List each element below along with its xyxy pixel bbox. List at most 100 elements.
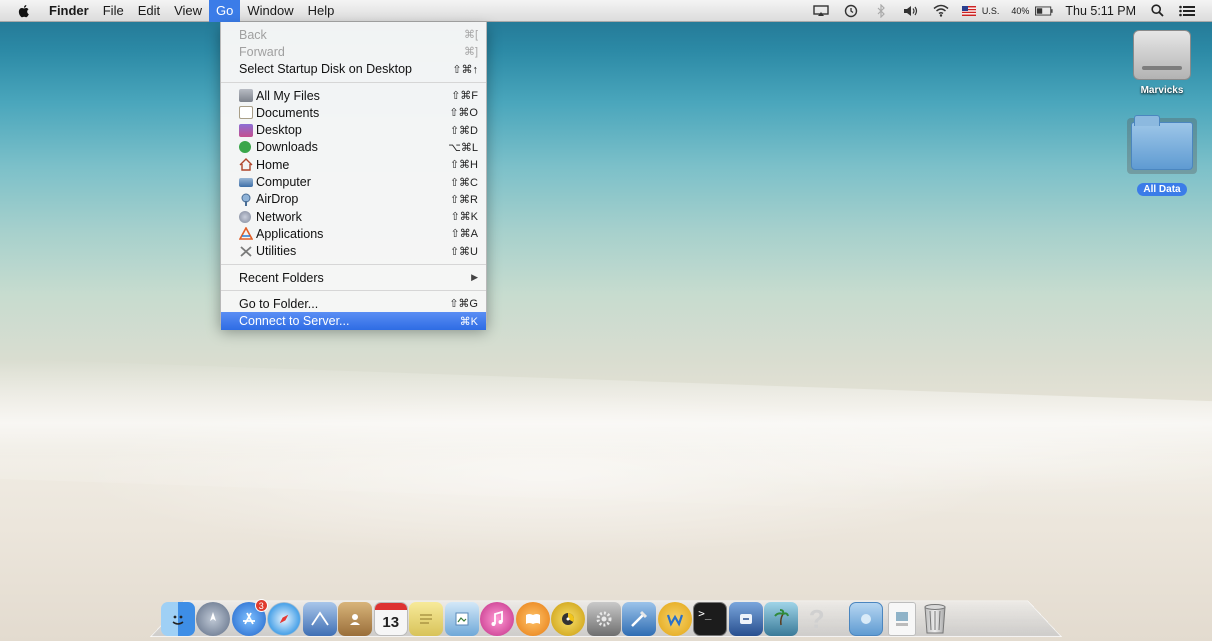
- update-count-badge: 3: [254, 599, 268, 612]
- shortcut-label: ⇧⌘G: [449, 298, 478, 311]
- preview-icon[interactable]: [444, 602, 479, 636]
- menu-item-computer[interactable]: Computer ⇧⌘C: [221, 173, 486, 190]
- contacts-icon[interactable]: [338, 602, 373, 636]
- desktop-item-all-data[interactable]: All Data: [1122, 115, 1202, 197]
- shortcut-label: ⇧⌘H: [449, 159, 478, 172]
- menu-item-network[interactable]: Network ⇧⌘K: [221, 208, 486, 225]
- shortcut-label: ⌘]: [463, 46, 478, 59]
- computer-icon: [239, 177, 253, 187]
- submenu-arrow-icon: ▶: [471, 272, 478, 282]
- menu-item-connect-to-server[interactable]: Connect to Server... ⌘K: [221, 312, 486, 330]
- home-icon: [239, 158, 253, 171]
- desktop-item-marvicks[interactable]: Marvicks: [1126, 30, 1198, 97]
- shortcut-label: ⇧⌘A: [450, 228, 478, 241]
- volume-icon[interactable]: [902, 3, 920, 19]
- menu-item-documents[interactable]: Documents ⇧⌘O: [221, 104, 486, 121]
- menu-item-forward[interactable]: Forward ⌘]: [221, 43, 486, 60]
- hard-drive-icon: [1133, 30, 1191, 80]
- shortcut-label: ⇧⌘↑: [452, 63, 478, 76]
- desktop-item-label: Marvicks: [1140, 85, 1184, 96]
- png-document-icon[interactable]: [888, 602, 917, 636]
- desktop-item-label: All Data: [1137, 183, 1187, 196]
- menu-item-desktop[interactable]: Desktop ⇧⌘D: [221, 121, 486, 138]
- status-area: U.S. 40% Thu 5:11 PM: [806, 0, 1212, 22]
- menu-item-applications[interactable]: Applications ⇧⌘A: [221, 225, 486, 242]
- airdrop-icon: [239, 193, 253, 206]
- applications-icon: [238, 226, 254, 241]
- menu-item-recent-folders[interactable]: Recent Folders ▶: [221, 269, 486, 286]
- go-menu-dropdown: Back ⌘[ Forward ⌘] Select Startup Disk o…: [220, 22, 487, 330]
- calendar-date: 13: [382, 613, 400, 631]
- menu-window[interactable]: Window: [240, 0, 300, 22]
- bluetooth-icon[interactable]: [872, 3, 890, 19]
- menu-app-finder[interactable]: Finder: [42, 0, 96, 22]
- spotlight-icon[interactable]: [1148, 3, 1166, 19]
- shortcut-label: ⌘K: [459, 315, 478, 328]
- menu-help[interactable]: Help: [301, 0, 342, 22]
- input-source-label[interactable]: U.S.: [982, 6, 1000, 16]
- menu-item-airdrop[interactable]: AirDrop ⇧⌘R: [221, 191, 486, 208]
- menu-item-downloads[interactable]: Downloads ⌥⌘L: [221, 139, 486, 156]
- safari-icon[interactable]: [267, 602, 302, 636]
- xcode-icon[interactable]: [622, 602, 657, 636]
- dock: 3 13 >_ ?: [160, 596, 1060, 636]
- shortcut-label: ⇧⌘K: [450, 211, 478, 224]
- desktop-icon: [239, 123, 253, 137]
- menu-item-select-startup-disk[interactable]: Select Startup Disk on Desktop ⇧⌘↑: [221, 61, 486, 78]
- applications-folder-icon[interactable]: [848, 602, 883, 636]
- terminal-icon[interactable]: >_: [693, 602, 728, 636]
- battery-percent[interactable]: 40%: [1011, 6, 1029, 16]
- shortcut-label: ⌥⌘L: [448, 141, 478, 154]
- menu-edit[interactable]: Edit: [131, 0, 167, 22]
- menu-separator: [221, 263, 486, 265]
- menu-item-go-to-folder[interactable]: Go to Folder... ⇧⌘G: [221, 295, 486, 312]
- shortcut-label: ⇧⌘U: [449, 245, 478, 258]
- menu-item-all-my-files[interactable]: All My Files ⇧⌘F: [221, 87, 486, 104]
- migration-assistant-icon[interactable]: [728, 602, 763, 636]
- menu-separator: [221, 81, 486, 83]
- all-my-files-icon: [239, 89, 253, 103]
- time-machine-icon[interactable]: [842, 3, 860, 19]
- us-flag-icon[interactable]: [961, 3, 976, 19]
- help-icon[interactable]: ?: [800, 602, 834, 636]
- notes-icon[interactable]: [409, 602, 444, 636]
- shortcut-label: ⇧⌘C: [449, 176, 478, 189]
- network-icon: [239, 210, 251, 223]
- menu-view[interactable]: View: [167, 0, 209, 22]
- app-store-icon[interactable]: 3: [231, 599, 268, 636]
- shortcut-label: ⇧⌘O: [449, 107, 478, 120]
- trash-icon[interactable]: [918, 602, 952, 636]
- menu-item-back[interactable]: Back ⌘[: [221, 26, 486, 43]
- ibooks-icon[interactable]: [515, 602, 550, 636]
- disk-burner-icon[interactable]: [551, 602, 586, 636]
- apple-menu-icon[interactable]: [16, 3, 32, 19]
- desktop-background: [0, 0, 1212, 641]
- menu-item-utilities[interactable]: Utilities ⇧⌘U: [221, 243, 486, 260]
- menu-item-home[interactable]: Home ⇧⌘H: [221, 156, 486, 173]
- mail-icon[interactable]: [302, 602, 337, 636]
- battery-icon[interactable]: [1035, 3, 1053, 19]
- shortcut-label: ⌘[: [463, 29, 478, 42]
- documents-icon: [239, 106, 253, 120]
- menu-separator: [221, 290, 486, 292]
- calendar-icon[interactable]: 13: [373, 602, 408, 636]
- wifi-icon[interactable]: [932, 3, 950, 19]
- selection-highlight: [1127, 115, 1197, 174]
- menu-bar: Finder File Edit View Go Window Help U.S…: [0, 0, 1212, 22]
- notification-center-icon[interactable]: [1178, 3, 1196, 19]
- launchpad-icon[interactable]: [196, 602, 231, 636]
- system-preferences-icon[interactable]: [586, 602, 621, 636]
- shortcut-label: ⇧⌘D: [449, 124, 478, 137]
- clock[interactable]: Thu 5:11 PM: [1065, 4, 1136, 18]
- itunes-icon[interactable]: [480, 602, 515, 636]
- menu-go[interactable]: Go: [209, 0, 241, 22]
- terminal-prompt: >_: [698, 607, 712, 620]
- iphoto-icon[interactable]: [764, 602, 799, 636]
- folder-icon: [1131, 115, 1193, 170]
- shortcut-label: ⇧⌘F: [451, 90, 478, 103]
- utilities-icon: [239, 245, 253, 258]
- menu-file[interactable]: File: [96, 0, 131, 22]
- wunderlist-icon[interactable]: [657, 602, 692, 636]
- finder-icon[interactable]: [160, 602, 195, 636]
- airplay-icon[interactable]: [812, 3, 830, 19]
